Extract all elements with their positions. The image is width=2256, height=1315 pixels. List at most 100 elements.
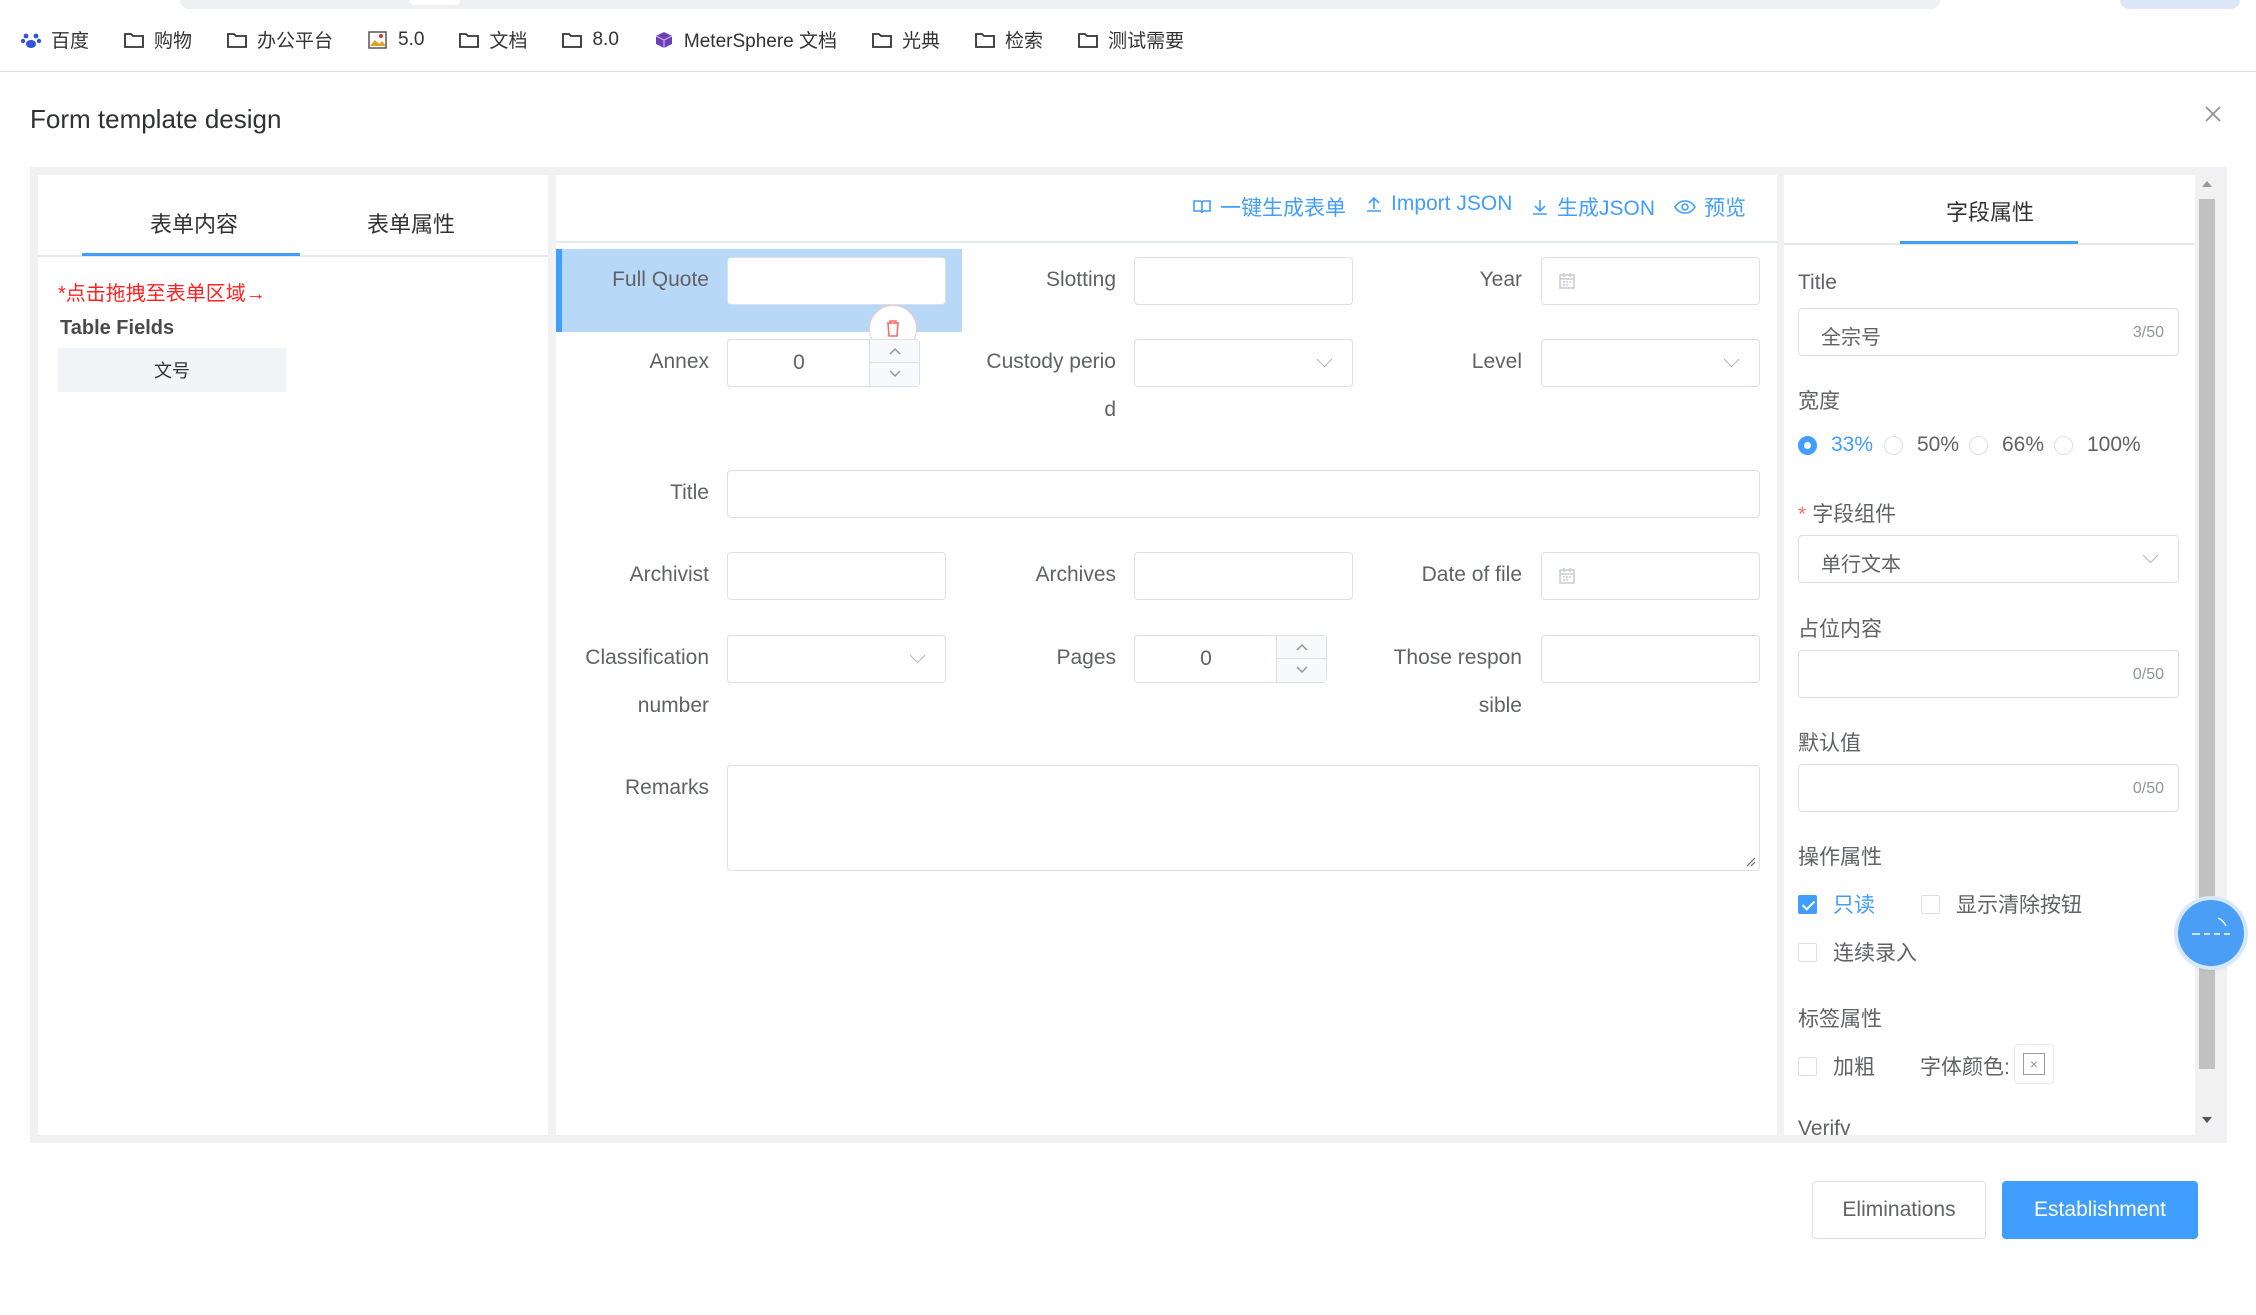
date-of-file-picker[interactable] [1541,552,1760,600]
responsible-label-wrap: sible [1478,694,1522,717]
archivist-label: Archivist [629,563,709,586]
preview-button[interactable]: 预览 [1674,192,1746,222]
canvas-toolbar: 一键生成表单 Import JSON 生成JSON 预览 [556,175,1777,243]
bookmark-docs[interactable]: 文档 [458,26,527,53]
prop-placeholder-input[interactable]: 0/50 [1798,650,2179,698]
tab-form-content[interactable]: 表单内容 [150,207,238,239]
field-properties-panel: 字段属性 Title 全宗号 3/50 宽度 33% 50% 66% 100% … [1784,175,2195,1135]
annex-label: Annex [649,350,709,373]
pages-increase-button[interactable] [1277,636,1327,659]
bookmark-shopping[interactable]: 购物 [123,26,192,53]
cancel-button[interactable]: Eliminations [1812,1181,1986,1239]
scroll-down-arrow[interactable] [2202,1117,2212,1123]
chevron-up-icon [1296,644,1308,651]
bookmark-search[interactable]: 检索 [974,26,1043,53]
prop-title-input[interactable]: 全宗号 3/50 [1798,308,2179,356]
remarks-label: Remarks [624,776,709,799]
archivist-input[interactable] [727,552,946,600]
address-bar-edge [180,0,1940,9]
classification-number-select[interactable] [727,635,946,683]
profile-button-edge[interactable] [2120,0,2240,9]
prop-title-label: Title [1798,271,1837,294]
show-clear-checkbox[interactable]: 显示清除按钮 [1921,889,2082,919]
image-bookmark-icon [368,30,387,49]
bold-checkbox[interactable]: 加粗 [1798,1051,1875,1081]
chevron-down-icon [889,370,901,377]
folder-icon [124,32,144,48]
font-color-label: 字体颜色: [1920,1056,2010,1079]
char-count: 3/50 [2132,324,2164,341]
bookmark-test[interactable]: 测试需要 [1077,26,1184,53]
width-radio-66[interactable]: 66% [1969,433,2044,457]
bookmark-metersphere[interactable]: MeterSphere 文档 [653,26,837,53]
classification-number-label: Classification [585,646,709,669]
prop-default-input[interactable]: 0/50 [1798,764,2179,812]
remarks-textarea[interactable] [727,765,1760,871]
component-tabs: 表单内容 表单属性 [38,175,548,257]
slotting-input[interactable] [1134,257,1353,305]
archives-input[interactable] [1134,552,1353,600]
tab-form-properties[interactable]: 表单属性 [367,207,455,239]
upload-icon [1367,196,1381,212]
calendar-icon [1559,568,1575,584]
book-icon [1193,200,1211,214]
dashed-circle-icon [2192,917,2230,935]
chevron-down-icon [1296,666,1308,673]
classification-number-label-wrap: number [637,694,709,717]
continuous-entry-checkbox[interactable]: 连续录入 [1798,937,1917,967]
width-radio-50[interactable]: 50% [1884,433,1959,457]
bookmarks-list: 百度 购物 办公平台 5.0 文档 8.0 MeterSphere 文档 光典 [20,26,1218,53]
slotting-label: Slotting [1045,268,1116,291]
prop-default-label: 默认值 [1798,732,1861,755]
responsible-label: Those respon [1393,646,1522,669]
title-input[interactable] [727,470,1760,518]
bookmark-office[interactable]: 办公平台 [226,26,333,53]
char-count: 0/50 [2132,780,2164,797]
calendar-icon [1559,273,1575,289]
annex-decrease-button[interactable] [870,363,920,386]
folder-icon [459,32,480,48]
full-quote-input[interactable] [727,257,946,305]
width-radio-100[interactable]: 100% [2054,433,2141,457]
bookmark-baidu[interactable]: 百度 [20,26,89,53]
import-json-button[interactable]: Import JSON [1365,192,1512,216]
bookmark-guangdian[interactable]: 光典 [871,26,940,53]
scroll-up-arrow[interactable] [2202,181,2212,187]
pages-number-input[interactable]: 0 [1134,635,1327,683]
empty-color-icon: × [2023,1053,2045,1075]
close-icon[interactable] [2200,101,2226,127]
responsible-input[interactable] [1541,635,1760,683]
custody-period-label: Custody perio [986,350,1116,373]
prop-operation-label: 操作属性 [1798,846,1882,869]
year-label: Year [1479,268,1522,291]
floating-assistant-button[interactable] [2178,900,2244,966]
drag-hint: *点击拖拽至表单区域→ [58,283,266,305]
field-chip-document-number[interactable]: 文号 [58,348,286,392]
bookmark-8-0[interactable]: 8.0 [561,29,619,51]
annex-increase-button[interactable] [870,340,920,363]
dialog-title: Form template design [30,104,282,134]
generate-json-button[interactable]: 生成JSON [1531,192,1655,222]
create-button[interactable]: Establishment [2002,1181,2198,1239]
resize-grip-icon[interactable] [1744,855,1756,867]
level-select[interactable] [1541,339,1760,387]
eye-icon [1674,200,1696,214]
annex-number-input[interactable]: 0 [727,339,920,387]
year-date-picker[interactable] [1541,257,1760,305]
properties-scrollbar[interactable] [2196,175,2218,1135]
prop-verify-label: Verify [1798,1117,1851,1135]
width-radio-33[interactable]: 33% [1798,433,1873,457]
archives-label: Archives [1035,563,1116,586]
pages-decrease-button[interactable] [1277,659,1327,682]
custody-period-select[interactable] [1134,339,1353,387]
title-label: Title [670,481,709,504]
folder-icon [1078,32,1098,48]
bookmark-5-0[interactable]: 5.0 [367,29,424,51]
field-group-title: Table Fields [60,317,175,339]
generate-form-button[interactable]: 一键生成表单 [1192,192,1346,222]
tab-field-properties[interactable]: 字段属性 [1946,195,2034,227]
prop-component-select[interactable]: 单行文本 [1798,535,2179,583]
font-color-picker[interactable]: × [2014,1044,2054,1084]
active-tab-indicator [1900,241,2078,244]
readonly-checkbox[interactable]: 只读 [1798,889,1875,919]
